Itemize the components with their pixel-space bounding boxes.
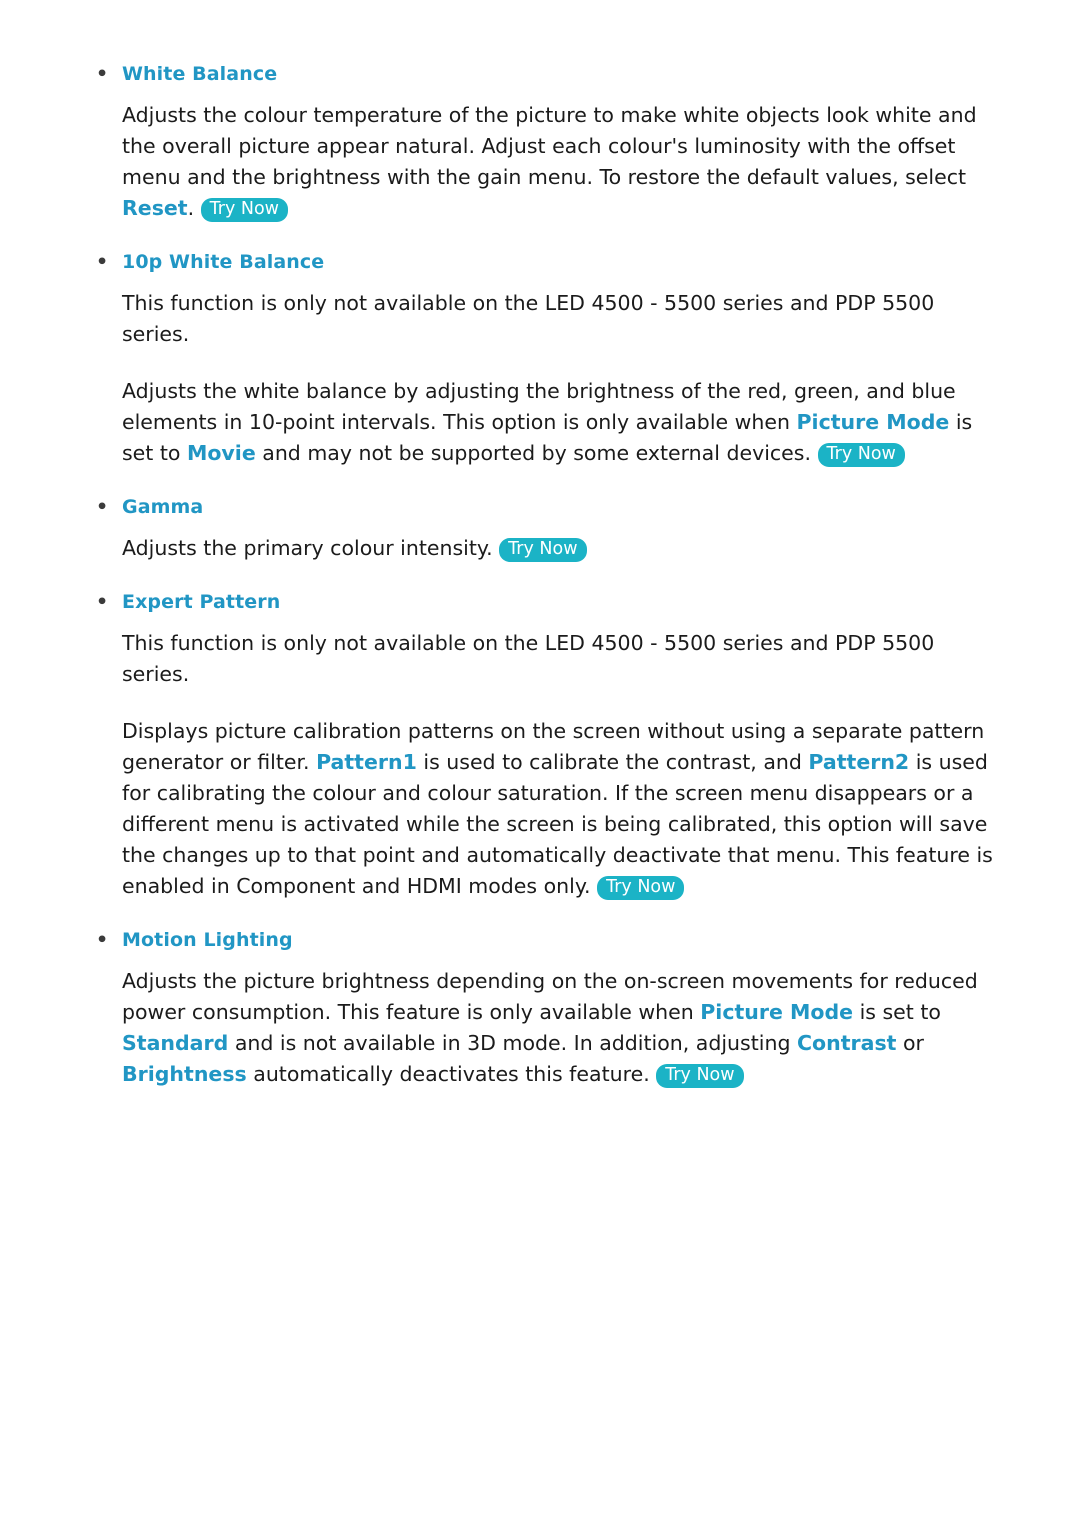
bullet-icon: • <box>96 591 109 613</box>
heading-label: Expert Pattern <box>122 591 281 613</box>
try-now-badge[interactable]: Try Now <box>597 876 685 900</box>
paragraph-gamma-p1: Adjusts the primary colour intensity. Tr… <box>92 533 1002 564</box>
section-white-balance: • White Balance Adjusts the colour tempera… <box>92 62 1002 224</box>
paragraph-10p-white-balance-p2: Adjusts the white balance by adjusting t… <box>92 376 1002 469</box>
body-text: and is not available in 3D mode. In addi… <box>228 1031 797 1055</box>
body-text: and may not be supported by some externa… <box>255 441 818 465</box>
menu-keyword: Contrast <box>796 1031 897 1055</box>
section-heading-motion-lighting: • Motion Lighting <box>92 928 1002 952</box>
bullet-icon: • <box>96 251 109 273</box>
body-text: This function is only not available on t… <box>122 291 935 346</box>
body-text: Adjusts the primary colour intensity. <box>122 536 500 560</box>
body-text: or <box>896 1031 924 1055</box>
try-now-badge[interactable]: Try Now <box>817 443 905 467</box>
heading-label: White Balance <box>122 63 278 85</box>
section-motion-lighting: • Motion Lighting Adjusts the picture brig… <box>92 928 1002 1090</box>
body-text: is used to calibrate the contrast, and <box>416 750 809 774</box>
body-text: automatically deactivates this feature. <box>246 1062 657 1086</box>
body-text: . <box>187 196 201 220</box>
body-text: is set to <box>853 1000 941 1024</box>
try-now-badge[interactable]: Try Now <box>499 538 587 562</box>
heading-label: Gamma <box>122 496 204 518</box>
heading-label: 10p White Balance <box>122 251 325 273</box>
body-text: Adjusts the colour temperature of the pi… <box>122 103 977 189</box>
bullet-icon: • <box>96 496 109 518</box>
try-now-badge[interactable]: Try Now <box>656 1064 744 1088</box>
paragraph-10p-white-balance-p1: This function is only not available on t… <box>92 288 1002 350</box>
menu-keyword: Movie <box>186 441 256 465</box>
menu-keyword: Picture Mode <box>700 1000 854 1024</box>
menu-keyword: Brightness <box>122 1062 247 1086</box>
paragraph-white-balance-p1: Adjusts the colour temperature of the pi… <box>92 100 1002 224</box>
menu-keyword: Standard <box>122 1031 229 1055</box>
menu-keyword: Picture Mode <box>796 410 950 434</box>
section-heading-white-balance: • White Balance <box>92 62 1002 86</box>
section-expert-pattern: • Expert Pattern This function is only not… <box>92 590 1002 902</box>
paragraph-expert-pattern-p2: Displays picture calibration patterns on… <box>92 716 1002 902</box>
section-heading-gamma: • Gamma <box>92 495 1002 519</box>
menu-keyword: Pattern2 <box>808 750 910 774</box>
section-10p-white-balance: • 10p White Balance This function is only … <box>92 250 1002 469</box>
section-heading-10p-white-balance: • 10p White Balance <box>92 250 1002 274</box>
bullet-icon: • <box>96 63 109 85</box>
section-gamma: • Gamma Adjusts the primary colour intensi… <box>92 495 1002 564</box>
menu-keyword: Reset <box>122 196 188 220</box>
menu-keyword: Pattern1 <box>316 750 417 774</box>
section-heading-expert-pattern: • Expert Pattern <box>92 590 1002 614</box>
document-page: • White Balance Adjusts the colour tempera… <box>0 0 1080 1527</box>
try-now-badge[interactable]: Try Now <box>200 198 288 222</box>
paragraph-expert-pattern-p1: This function is only not available on t… <box>92 628 1002 690</box>
document-content: • White Balance Adjusts the colour tempera… <box>92 62 1002 1090</box>
bullet-icon: • <box>96 929 109 951</box>
heading-label: Motion Lighting <box>122 929 293 951</box>
body-text: This function is only not available on t… <box>122 631 935 686</box>
paragraph-motion-lighting-p1: Adjusts the picture brightness depending… <box>92 966 1002 1090</box>
